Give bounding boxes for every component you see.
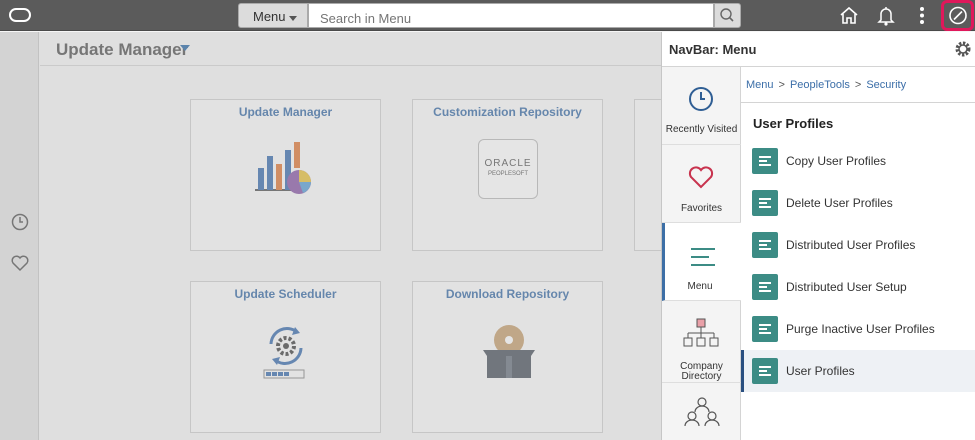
clock-icon[interactable] (10, 212, 30, 232)
breadcrumb-link[interactable]: Menu (746, 79, 774, 91)
menu-item[interactable]: Copy User Profiles (741, 140, 975, 182)
navbar-header: NavBar: Menu (662, 32, 975, 67)
gear-refresh-icon (263, 327, 305, 379)
navbar-tabs: Recently Visited Favorites Menu Company … (662, 67, 741, 440)
component-icon (752, 316, 778, 342)
tile-title: Update Scheduler (234, 287, 337, 301)
breadcrumb-link[interactable]: PeopleTools (790, 79, 850, 91)
org-chart-icon (683, 318, 719, 347)
chevron-right-icon: > (778, 79, 785, 91)
navbar-button-highlight (941, 0, 974, 31)
navbar-title: NavBar: Menu (669, 42, 757, 57)
component-icon (752, 358, 778, 384)
component-icon (752, 148, 778, 174)
chevron-down-icon[interactable] (180, 45, 190, 51)
logo-subtext: PEOPLESOFT (487, 171, 528, 177)
divider (40, 65, 661, 66)
tile-partial[interactable] (634, 99, 664, 251)
menu-item-label: User Profiles (786, 364, 855, 378)
search-icon (720, 8, 734, 22)
breadcrumb: Menu > PeopleTools > Security (746, 79, 906, 91)
search-category-dropdown[interactable]: Menu (238, 3, 308, 28)
tab-label: Menu (687, 281, 713, 292)
heart-icon[interactable] (10, 253, 30, 273)
chevron-right-icon: > (854, 79, 862, 91)
menu-item-label: Distributed User Profiles (786, 238, 916, 252)
gear-icon[interactable] (954, 40, 972, 58)
navbar-panel: NavBar: Menu Recently Visited Favorites (661, 32, 975, 440)
search-input[interactable] (308, 3, 714, 28)
tab-label: Favorites (680, 203, 723, 214)
menu-item-label: Copy User Profiles (786, 154, 887, 168)
people-icon (684, 397, 720, 427)
tile-update-scheduler[interactable]: Update Scheduler (190, 281, 381, 433)
home-icon[interactable] (838, 4, 860, 27)
heart-icon (688, 166, 714, 189)
search-button[interactable] (714, 3, 741, 28)
tab-label: Directory (681, 371, 722, 382)
component-icon (752, 190, 778, 216)
chevron-down-icon (289, 16, 297, 21)
tab-menu[interactable]: Menu (662, 223, 741, 301)
divider (741, 102, 975, 103)
menu-item-label: Purge Inactive User Profiles (786, 322, 935, 336)
disc-box-icon (483, 325, 535, 378)
menu-item[interactable]: Distributed User Setup (741, 266, 975, 308)
tab-company-directory[interactable]: Company Directory (662, 301, 741, 383)
tab-label: Recently Visited (665, 124, 738, 135)
menu-item-label: Delete User Profiles (786, 196, 893, 210)
tile-title: Update Manager (238, 105, 333, 119)
bar-chart-icon (255, 142, 311, 194)
bell-icon[interactable] (875, 4, 897, 27)
menu-item-selected[interactable]: User Profiles (741, 350, 975, 392)
logo-text: ORACLE (484, 158, 532, 169)
oracle-peoplesoft-logo: ORACLE PEOPLESOFT (478, 139, 538, 199)
more-vertical-icon[interactable] (912, 4, 932, 27)
menu-item-label: Distributed User Setup (786, 280, 907, 294)
section-title: User Profiles (753, 116, 834, 131)
home-button[interactable] (9, 8, 31, 22)
tile-title: Download Repository (445, 287, 570, 301)
menu-item[interactable]: Distributed User Profiles (741, 224, 975, 266)
breadcrumb-link[interactable]: Security (866, 79, 906, 91)
menu-lines-icon (691, 248, 715, 266)
top-banner: Menu (0, 0, 975, 31)
tile-download-repository[interactable]: Download Repository (412, 281, 603, 433)
component-icon (752, 232, 778, 258)
clock-icon (689, 87, 713, 111)
search-category-label: Menu (253, 9, 286, 24)
left-rail (0, 32, 39, 440)
tab-people[interactable] (662, 383, 741, 440)
tile-update-manager[interactable]: Update Manager (190, 99, 381, 251)
tab-favorites[interactable]: Favorites (662, 145, 741, 223)
menu-item[interactable]: Purge Inactive User Profiles (741, 308, 975, 350)
component-icon (752, 274, 778, 300)
tab-recently-visited[interactable]: Recently Visited (662, 67, 741, 145)
menu-item[interactable]: Delete User Profiles (741, 182, 975, 224)
tile-title: Customization Repository (433, 105, 582, 119)
tile-customization-repository[interactable]: Customization Repository ORACLE PEOPLESO… (412, 99, 603, 251)
page-title[interactable]: Update Manager (56, 40, 188, 60)
